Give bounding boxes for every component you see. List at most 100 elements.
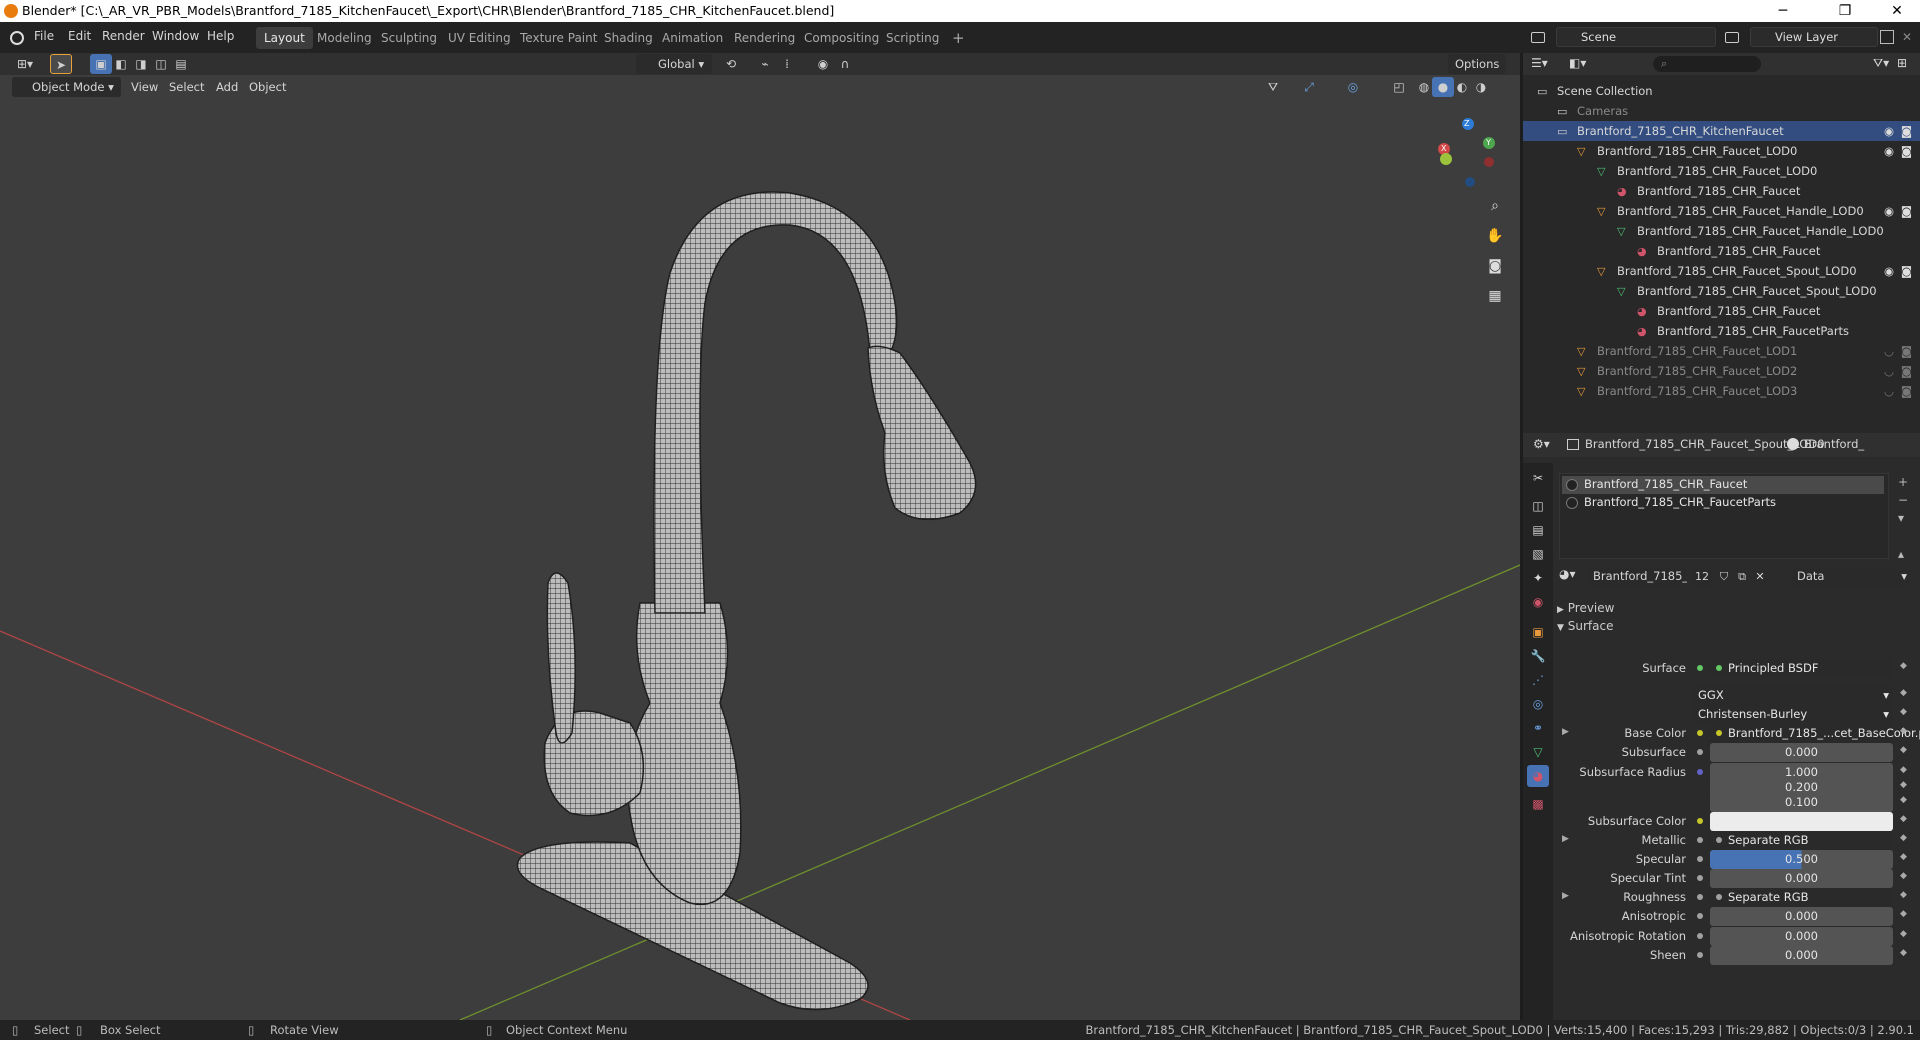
keyframe-icon[interactable]: ◆ <box>1900 814 1907 824</box>
filter-icon[interactable]: ⛛▾ <box>1873 56 1889 71</box>
surface-prop-link[interactable]: Separate RGB <box>1710 888 1893 907</box>
hidden-eye-icon[interactable]: ◡ <box>1884 341 1894 361</box>
display-mode-icon[interactable]: ◧▾ <box>1569 56 1586 70</box>
expand-input-icon[interactable]: ▶ <box>1562 891 1569 901</box>
hidden-eye-icon[interactable]: ◡ <box>1884 381 1894 401</box>
keyframe-icon[interactable]: ◆ <box>1900 795 1907 805</box>
tab-modeling[interactable]: Modeling <box>309 27 380 49</box>
socket-dot-icon[interactable] <box>1697 769 1703 775</box>
tab-shading[interactable]: Shading <box>596 27 661 49</box>
tab-data-icon[interactable]: ▽ <box>1527 741 1549 763</box>
tab-particles-icon[interactable]: ⋰ <box>1527 669 1549 691</box>
material-browse-icon[interactable]: ◕▾ <box>1559 567 1581 586</box>
view-layer-selector[interactable]: View Layer <box>1750 27 1878 47</box>
tab-constraints-icon[interactable]: ⚭ <box>1527 717 1549 739</box>
maximize-button[interactable]: ❐ <box>1822 1 1868 21</box>
keyframe-icon[interactable]: ◆ <box>1900 688 1907 698</box>
material-users-count[interactable]: 12 <box>1691 567 1713 586</box>
render-camera-icon[interactable]: ◙ <box>1901 361 1912 381</box>
outliner-row[interactable]: ▭ Cameras <box>1523 101 1920 121</box>
surface-prop-link[interactable]: Principled BSDF <box>1710 659 1893 678</box>
tab-rendering[interactable]: Rendering <box>726 27 803 49</box>
zoom-icon[interactable]: ⌕ <box>1482 193 1508 219</box>
tab-material-icon[interactable]: ◕ <box>1527 765 1549 787</box>
add-workspace-button[interactable]: + <box>944 27 973 49</box>
outliner-row[interactable]: ▽ Brantford_7185_CHR_Faucet_LOD0 <box>1523 161 1920 181</box>
tab-texture-icon[interactable]: ▩ <box>1527 793 1549 815</box>
visibility-eye-icon[interactable]: ◉ <box>1884 121 1894 141</box>
remove-view-layer-icon[interactable]: ✕ <box>1902 30 1912 44</box>
tab-physics-icon[interactable]: ◎ <box>1527 693 1549 715</box>
3d-viewport[interactable]: ⊞▾ ➤ ▣ ◧ ◨ ◫ ▤ Global ▾ ⟲ ⌁ ⁞ ◉ ∩ Option… <box>0 53 1520 1020</box>
tab-object-icon[interactable]: ▣ <box>1527 621 1549 643</box>
surface-prop-value[interactable]: 0.000 <box>1710 927 1893 946</box>
blender-menu-icon[interactable] <box>10 31 24 45</box>
outliner-row[interactable]: ▽ Brantford_7185_CHR_Faucet_LOD3 ◡ ◙ <box>1523 381 1920 401</box>
outliner-row[interactable]: ◕ Brantford_7185_CHR_Faucet <box>1523 301 1920 321</box>
keyframe-icon[interactable]: ◆ <box>1900 909 1907 919</box>
material-slot-1[interactable]: Brantford_7185_CHR_Faucet <box>1584 477 1747 491</box>
surface-prop-value[interactable]: 0.000 <box>1710 907 1893 926</box>
render-camera-icon[interactable]: ◙ <box>1901 341 1912 361</box>
pan-hand-icon[interactable]: ✋ <box>1482 223 1508 249</box>
keyframe-icon[interactable]: ◆ <box>1900 780 1907 790</box>
keyframe-icon[interactable]: ◆ <box>1900 890 1907 900</box>
outliner-row[interactable]: ▭ Brantford_7185_CHR_KitchenFaucet ◉ ◙ <box>1523 121 1920 141</box>
menu-window[interactable]: Window <box>152 29 199 43</box>
tab-scripting[interactable]: Scripting <box>878 27 947 49</box>
keyframe-icon[interactable]: ◆ <box>1900 852 1907 862</box>
hidden-eye-icon[interactable]: ◡ <box>1884 361 1894 381</box>
outliner-row[interactable]: ▽ Brantford_7185_CHR_Faucet_Spout_LOD0 <box>1523 281 1920 301</box>
surface-prop-value[interactable]: 0.000 <box>1710 869 1893 888</box>
socket-dot-icon[interactable] <box>1697 875 1703 881</box>
surface-panel-header[interactable]: ▼ Surface <box>1557 619 1613 633</box>
perspective-toggle-icon[interactable]: ▦ <box>1482 283 1508 309</box>
render-camera-icon[interactable]: ◙ <box>1901 201 1912 221</box>
tab-layout[interactable]: Layout <box>256 27 313 49</box>
properties-editor-type-icon[interactable]: ⚙▾ <box>1533 437 1550 451</box>
tab-compositing[interactable]: Compositing <box>796 27 887 49</box>
link-to-dropdown[interactable]: Data ▾ <box>1791 567 1911 586</box>
slot-controls[interactable]: +−▾▴▾ <box>1898 473 1908 581</box>
socket-dot-icon[interactable] <box>1697 730 1703 736</box>
camera-view-icon[interactable]: ◙ <box>1482 253 1508 279</box>
expand-input-icon[interactable]: ▶ <box>1562 727 1569 737</box>
minimize-button[interactable]: ─ <box>1760 1 1806 21</box>
keyframe-icon[interactable]: ◆ <box>1900 929 1907 939</box>
outliner-editor-type-icon[interactable]: ☰▾ <box>1531 56 1548 70</box>
surface-prop-link[interactable]: Separate RGB <box>1710 831 1893 850</box>
keyframe-icon[interactable]: ◆ <box>1900 871 1907 881</box>
keyframe-icon[interactable]: ◆ <box>1900 745 1907 755</box>
tab-render-icon[interactable]: ◫ <box>1527 495 1549 517</box>
material-slot-2[interactable]: Brantford_7185_CHR_FaucetParts <box>1584 495 1776 509</box>
new-collection-icon[interactable]: ⊞ <box>1897 56 1907 70</box>
fake-user-icon[interactable]: ⛉ <box>1715 567 1733 586</box>
surface-prop-link[interactable]: Brantford_7185_...cet_BaseColor.pn <box>1710 724 1920 743</box>
menu-help[interactable]: Help <box>207 29 234 43</box>
gizmo-neg-x-axis[interactable] <box>1484 157 1494 167</box>
new-view-layer-icon[interactable] <box>1880 30 1894 44</box>
render-camera-icon[interactable]: ◙ <box>1901 121 1912 141</box>
render-camera-icon[interactable]: ◙ <box>1901 261 1912 281</box>
outliner-row[interactable]: ▭ Scene Collection <box>1523 81 1920 101</box>
subsurface-color-swatch[interactable] <box>1710 812 1893 831</box>
gizmo-neg-y-axis[interactable] <box>1440 153 1452 165</box>
socket-dot-icon[interactable] <box>1697 913 1703 919</box>
socket-dot-icon[interactable] <box>1697 856 1703 862</box>
render-camera-icon[interactable]: ◙ <box>1901 381 1912 401</box>
outliner-row[interactable]: ▽ Brantford_7185_CHR_Faucet_Handle_LOD0 <box>1523 221 1920 241</box>
render-camera-icon[interactable]: ◙ <box>1901 141 1912 161</box>
tab-tool-icon[interactable]: ✂ <box>1527 467 1549 489</box>
outliner-row[interactable]: ◕ Brantford_7185_CHR_Faucet <box>1523 181 1920 201</box>
socket-dot-icon[interactable] <box>1697 818 1703 824</box>
keyframe-icon[interactable]: ◆ <box>1900 765 1907 775</box>
outliner-row[interactable]: ▽ Brantford_7185_CHR_Faucet_Spout_LOD0 ◉ ◙ <box>1523 261 1920 281</box>
tab-animation[interactable]: Animation <box>654 27 731 49</box>
surface-prop-value[interactable]: 0.100 <box>1710 793 1893 812</box>
tab-scene-icon[interactable]: ✦ <box>1527 567 1549 589</box>
tab-uv-editing[interactable]: UV Editing <box>440 27 519 49</box>
visibility-eye-icon[interactable]: ◉ <box>1884 201 1894 221</box>
outliner-row[interactable]: ▽ Brantford_7185_CHR_Faucet_LOD0 ◉ ◙ <box>1523 141 1920 161</box>
tab-world-icon[interactable]: ◉ <box>1527 591 1549 613</box>
outliner-row[interactable]: ▽ Brantford_7185_CHR_Faucet_LOD1 ◡ ◙ <box>1523 341 1920 361</box>
